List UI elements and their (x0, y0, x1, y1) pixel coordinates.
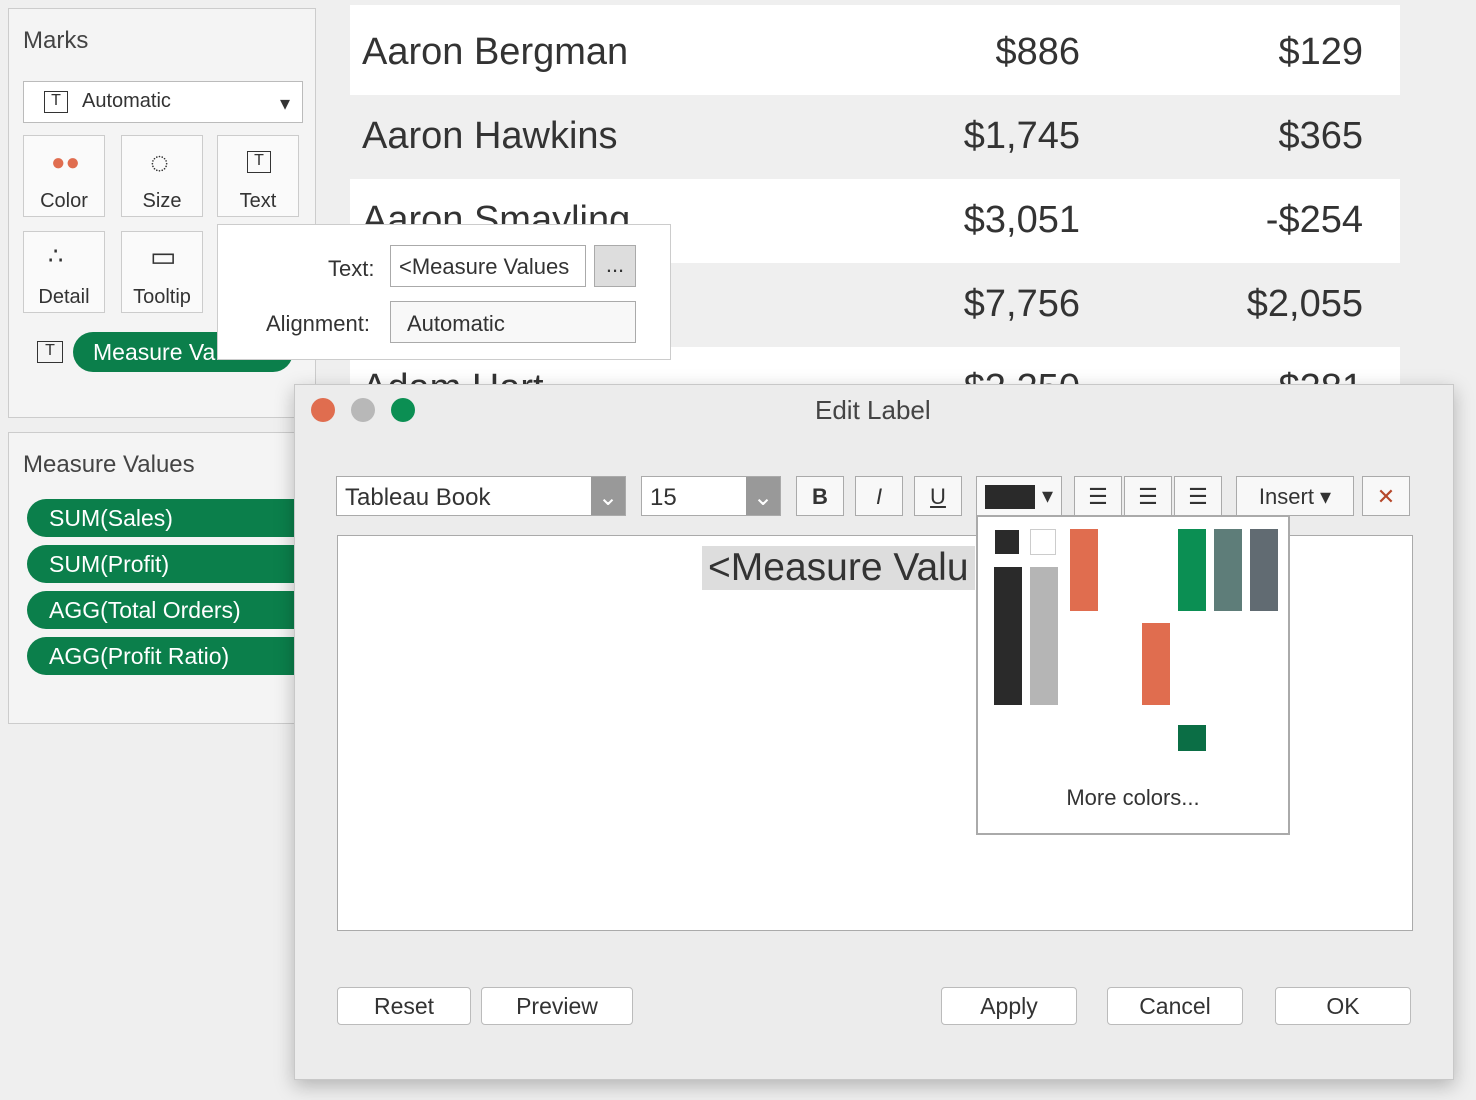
swatch-column-light[interactable] (1030, 567, 1058, 705)
color-palette: More colors... (976, 515, 1290, 835)
swatch-slate[interactable] (1250, 529, 1278, 611)
align-center-button[interactable]: ☰ (1124, 476, 1172, 516)
marks-title: Marks (23, 27, 89, 54)
text-mark-icon: T (44, 91, 68, 113)
tooltip-card[interactable]: ▭ Tooltip (121, 231, 203, 313)
label-popover: Text: <Measure Values ... Alignment: Aut… (217, 224, 671, 360)
editor-text: <Measure Valu (702, 546, 975, 590)
swatch-column-dark[interactable] (994, 567, 1022, 705)
preview-button[interactable]: Preview (481, 987, 633, 1025)
size-icon: ◌ (150, 144, 170, 180)
sum-sales-pill[interactable]: SUM(Sales) (27, 499, 327, 537)
maximize-window-button[interactable] (391, 398, 415, 422)
close-window-button[interactable] (311, 398, 335, 422)
more-colors-link[interactable]: More colors... (978, 785, 1288, 811)
text-input[interactable]: <Measure Values (390, 245, 586, 287)
color-card[interactable]: ●● Color (23, 135, 105, 217)
swatch-black[interactable] (994, 529, 1020, 555)
total-orders-pill[interactable]: AGG(Total Orders) (27, 591, 327, 629)
chevron-down-icon: ▾ (279, 93, 290, 115)
reset-button[interactable]: Reset (337, 987, 471, 1025)
swatch-green[interactable] (1178, 529, 1206, 611)
text-field-icon: T (37, 341, 63, 363)
dialog-title: Edit Label (815, 395, 931, 425)
detail-icon: ∴ (48, 243, 64, 270)
profit-ratio-pill[interactable]: AGG(Profit Ratio) (27, 637, 327, 675)
font-select[interactable]: Tableau Book ⌄ (336, 476, 626, 516)
table-row: Aaron Bergman $886 $129 (362, 31, 1363, 73)
mark-type-dropdown[interactable]: T Automatic ▾ (23, 81, 303, 123)
measure-values-panel: Measure Values SUM(Sales) SUM(Profit) AG… (8, 432, 327, 724)
swatch-orange[interactable] (1070, 529, 1098, 611)
sum-profit-pill[interactable]: SUM(Profit) (27, 545, 327, 583)
cancel-button[interactable]: Cancel (1107, 987, 1243, 1025)
text-icon: T (247, 151, 271, 173)
color-picker-button[interactable]: ▾ (976, 476, 1062, 516)
align-right-button[interactable]: ☰ (1174, 476, 1222, 516)
swatch-orange-two[interactable] (1142, 623, 1170, 705)
text-card[interactable]: T Text (217, 135, 299, 217)
swatch-teal[interactable] (1214, 529, 1242, 611)
table-row: Aaron Hawkins $1,745 $365 (350, 95, 1400, 179)
color-icon: ●● (51, 149, 80, 176)
swatch-white[interactable] (1030, 529, 1056, 555)
size-card[interactable]: ◌ Size (121, 135, 203, 217)
align-left-button[interactable]: ☰ (1074, 476, 1122, 516)
measure-values-title: Measure Values (23, 451, 195, 478)
chevron-down-icon: ▾ (1041, 483, 1053, 508)
underline-button[interactable]: U (914, 476, 962, 516)
minimize-window-button[interactable] (351, 398, 375, 422)
apply-button[interactable]: Apply (941, 987, 1077, 1025)
color-swatch (985, 485, 1035, 509)
alignment-select[interactable]: Automatic (390, 301, 636, 343)
swatch-green-light[interactable] (1178, 725, 1206, 751)
text-label: Text: (328, 256, 375, 281)
chevron-down-icon: ⌄ (591, 477, 625, 515)
text-edit-button[interactable]: ... (594, 245, 636, 287)
tooltip-icon: ▭ (150, 241, 177, 272)
italic-button[interactable]: I (855, 476, 903, 516)
ok-button[interactable]: OK (1275, 987, 1411, 1025)
detail-card[interactable]: ∴ Detail (23, 231, 105, 313)
clear-format-button[interactable]: ✕ (1362, 476, 1410, 516)
font-size-select[interactable]: 15 ⌄ (641, 476, 781, 516)
alignment-label: Alignment: (266, 311, 370, 336)
bold-button[interactable]: B (796, 476, 844, 516)
chevron-down-icon: ⌄ (746, 477, 780, 515)
insert-button[interactable]: Insert ▾ (1236, 476, 1354, 516)
